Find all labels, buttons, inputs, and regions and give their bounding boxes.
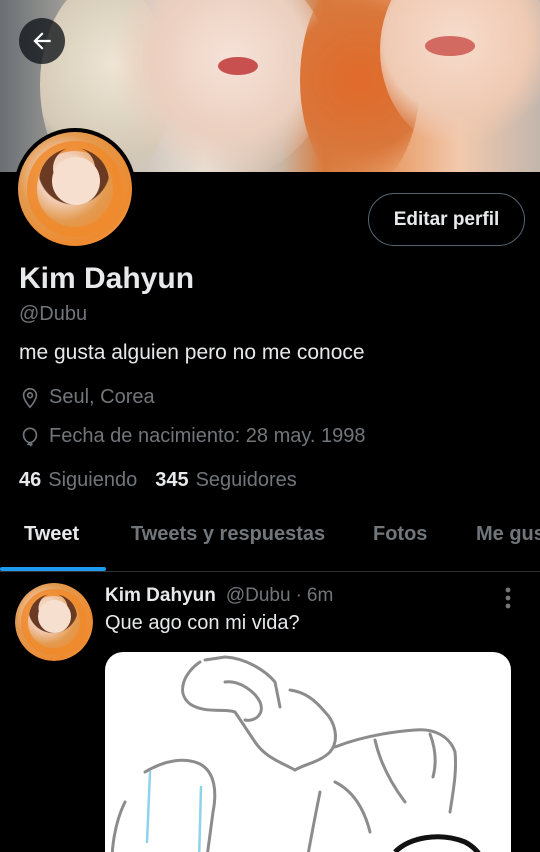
profile-bio: me gusta alguien pero no me conoce bbox=[19, 341, 365, 364]
profile-tabs: Tweet Tweets y respuestas Fotos Me gusta bbox=[0, 505, 540, 571]
tabs-divider bbox=[0, 571, 540, 572]
tweet-text: Que ago con mi vida? bbox=[105, 612, 300, 634]
profile-birthday: Fecha de nacimiento: 28 may. 1998 bbox=[19, 425, 365, 448]
tab-likes[interactable]: Me gusta bbox=[476, 523, 540, 546]
tab-tweets-replies[interactable]: Tweets y respuestas bbox=[131, 523, 325, 546]
followers-count: 345 bbox=[155, 469, 189, 491]
sketch-drawing bbox=[110, 655, 481, 852]
tweet-author-handle[interactable]: @Dubu bbox=[226, 585, 291, 607]
tweet-author-name[interactable]: Kim Dahyun bbox=[105, 585, 216, 607]
banner-photo-part bbox=[218, 57, 258, 75]
profile-handle: @Dubu bbox=[19, 303, 88, 325]
profile-location: Seul, Corea bbox=[19, 386, 155, 409]
arrow-left-icon bbox=[33, 32, 51, 50]
edit-profile-button[interactable]: Editar perfil bbox=[368, 193, 525, 246]
followers-link[interactable]: 345 Seguidores bbox=[155, 469, 297, 492]
back-button[interactable] bbox=[19, 18, 65, 64]
following-label: Siguiendo bbox=[48, 469, 138, 491]
location-pin-icon bbox=[22, 387, 38, 408]
banner-photo-part bbox=[425, 36, 475, 56]
banner-photo-part bbox=[110, 0, 330, 172]
following-count: 46 bbox=[19, 469, 42, 491]
follow-stats: 46 Siguiendo 345 Seguidores bbox=[19, 469, 315, 492]
tweet-header: Kim Dahyun @Dubu · 6m bbox=[105, 585, 333, 607]
avatar-image bbox=[18, 132, 132, 246]
followers-label: Seguidores bbox=[195, 469, 297, 491]
tweet-separator: · bbox=[295, 585, 302, 606]
birthday-text: Fecha de nacimiento: 28 may. 1998 bbox=[49, 425, 366, 447]
more-vertical-icon[interactable] bbox=[500, 586, 516, 610]
balloon-icon bbox=[22, 426, 38, 447]
profile-name: Kim Dahyun bbox=[19, 262, 195, 295]
following-link[interactable]: 46 Siguiendo bbox=[19, 469, 137, 492]
profile-avatar[interactable] bbox=[14, 128, 136, 250]
location-text: Seul, Corea bbox=[49, 386, 155, 408]
tab-photos[interactable]: Fotos bbox=[373, 523, 427, 546]
avatar-image bbox=[15, 583, 93, 661]
tweet-media-image[interactable] bbox=[105, 652, 511, 852]
tweet-avatar[interactable] bbox=[15, 583, 93, 661]
tab-tweets[interactable]: Tweet bbox=[24, 523, 79, 546]
tweet-timestamp[interactable]: 6m bbox=[307, 585, 333, 607]
